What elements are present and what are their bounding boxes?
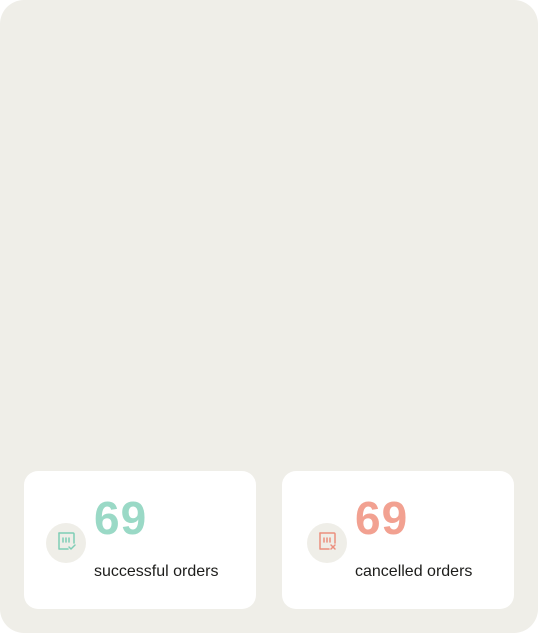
cancelled-orders-label: cancelled orders: [355, 563, 473, 580]
cancelled-orders-icon-badge: [307, 523, 347, 563]
cancelled-orders-count: 69: [355, 492, 409, 544]
dashboard-panel: 69 successful orders 69 cancelled orders: [0, 0, 538, 633]
successful-orders-icon-badge: [46, 523, 86, 563]
receipt-check-icon: [55, 530, 77, 557]
successful-orders-count: 69: [94, 492, 148, 544]
cancelled-orders-card: 69 cancelled orders: [282, 471, 514, 609]
successful-orders-label: successful orders: [94, 563, 219, 580]
receipt-x-icon: [316, 530, 338, 557]
successful-orders-card: 69 successful orders: [24, 471, 256, 609]
